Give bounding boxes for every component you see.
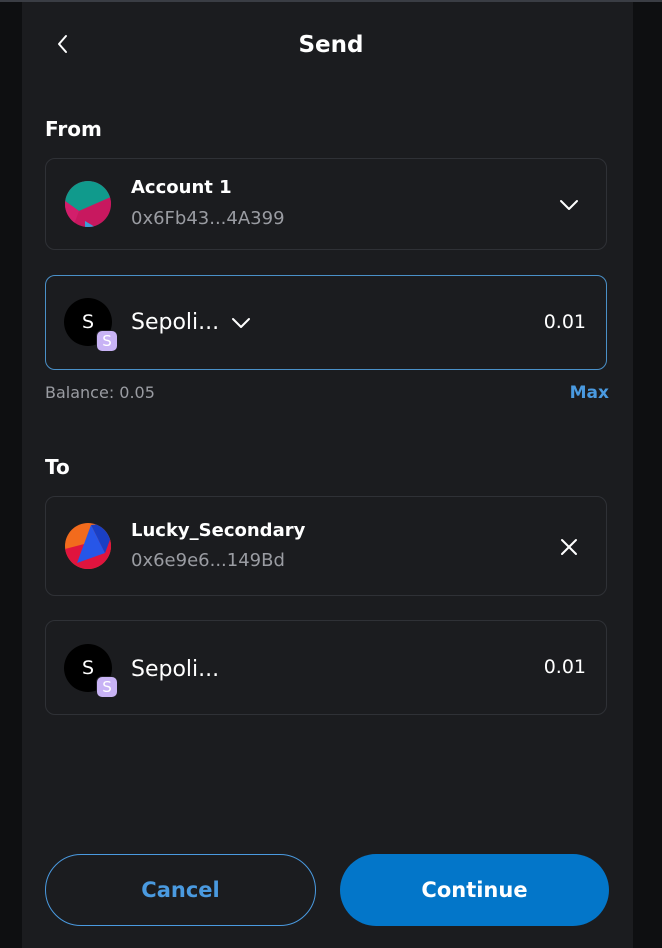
recipient-avatar xyxy=(65,523,111,569)
to-amount-value: 0.01 xyxy=(543,656,586,678)
balance-text: Balance: 0.05 xyxy=(45,383,155,402)
close-icon[interactable] xyxy=(558,536,580,558)
to-label: To xyxy=(45,455,70,479)
from-token-amount-field[interactable]: S S Sepoli... 0.01 xyxy=(45,275,607,370)
to-recipient-field[interactable]: Lucky_Secondary 0x6e9e6...149Bd xyxy=(45,496,607,596)
to-token-amount-display: S S Sepoli... 0.01 xyxy=(45,620,607,715)
send-panel xyxy=(22,2,633,948)
from-token-name: Sepoli... xyxy=(131,310,220,335)
continue-button[interactable]: Continue xyxy=(340,854,609,926)
network-badge: S xyxy=(96,330,118,352)
chevron-down-icon[interactable] xyxy=(558,194,580,216)
recipient-address: 0x6e9e6...149Bd xyxy=(131,550,285,571)
account-avatar xyxy=(65,181,111,227)
cancel-button[interactable]: Cancel xyxy=(45,854,316,926)
from-account-address: 0x6Fb43...4A399 xyxy=(131,208,285,229)
page-title: Send xyxy=(298,32,364,58)
from-account-name: Account 1 xyxy=(131,177,232,198)
chevron-down-icon[interactable] xyxy=(230,312,252,334)
to-token-name: Sepoli... xyxy=(131,657,220,682)
from-label: From xyxy=(45,117,102,141)
recipient-name: Lucky_Secondary xyxy=(131,520,306,541)
network-badge: S xyxy=(96,676,118,698)
max-button[interactable]: Max xyxy=(570,382,609,404)
from-amount-input[interactable]: 0.01 xyxy=(544,309,586,335)
from-account-selector[interactable]: Account 1 0x6Fb43...4A399 xyxy=(45,158,607,250)
